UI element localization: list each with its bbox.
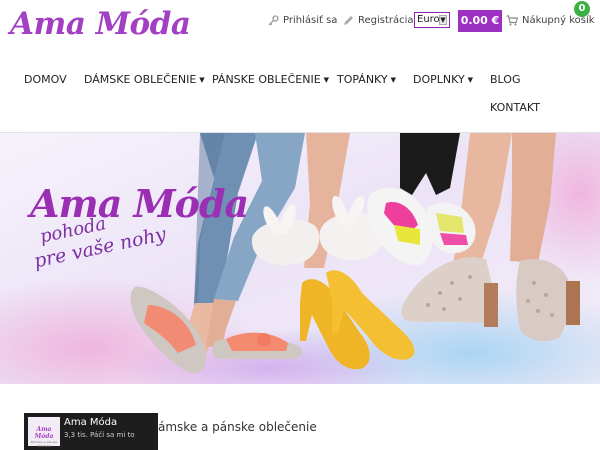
video-thumbnail: Ama Móda Dámske a pánske oblečenie [28,417,60,448]
chevron-down-icon: ▼ [390,75,396,84]
nav-item-label: KONTAKT [490,101,540,114]
nav-item-domov[interactable]: DOMOV [24,73,67,86]
cart-count-badge: 0 [574,1,590,17]
nav-item-kontakt[interactable]: KONTAKT [490,101,540,114]
currency-select[interactable]: Euro ▼ [414,12,450,28]
nav-item-blog[interactable]: BLOG [490,73,520,86]
currency-value: Euro [417,14,440,25]
site-logo[interactable]: Ama Móda [10,6,191,42]
nav-item-panske[interactable]: PÁNSKE OBLEČENIE ▼ [212,73,329,86]
chevron-down-icon: ▼ [467,75,474,84]
register-link[interactable]: Registrácia [343,15,414,26]
pencil-icon [344,16,353,25]
hero-text: Ama Móda pohoda pre vaše nohy [30,181,249,273]
video-meta: 3,3 tis. Páči sa mi to [64,431,135,439]
nav-item-doplnky[interactable]: DOPLNKY ▼ [413,73,473,86]
site-header: Ama Móda Prihlásiť sa Registrácia Euro ▼… [0,0,600,56]
video-embed[interactable]: Ama Móda Dámske a pánske oblečenie Ama M… [24,413,158,450]
thumbnail-logo: Ama Móda [34,426,54,440]
thumbnail-subtitle: Dámske a pánske oblečenie [30,440,58,448]
nav-item-label: DOMOV [24,73,67,86]
hero-title: Ama Móda [30,181,249,226]
nav-item-label: DÁMSKE OBLEČENIE [84,73,197,86]
chevron-down-icon: ▼ [323,75,330,84]
cart-price-button[interactable]: 0.00 € [458,10,502,32]
hero-banner[interactable]: Ama Móda pohoda pre vaše nohy [0,133,600,384]
video-title[interactable]: Ama Móda [64,417,117,428]
login-label: Prihlásiť sa [283,15,338,26]
main-nav: DOMOV DÁMSKE OBLEČENIE ▼ PÁNSKE OBLEČENI… [0,56,600,133]
nav-item-topanky[interactable]: TOPÁNKY ▼ [337,73,396,86]
chevron-down-icon: ▼ [199,75,205,84]
content-heading: ámske a pánske oblečenie [158,420,317,434]
nav-item-label: PÁNSKE OBLEČENIE [212,73,321,86]
nav-item-label: TOPÁNKY [337,73,388,86]
nav-item-label: BLOG [490,73,521,86]
chevron-down-icon: ▼ [439,15,447,25]
nav-item-damske[interactable]: DÁMSKE OBLEČENIE ▼ [84,73,205,86]
login-link[interactable]: Prihlásiť sa [268,15,337,26]
register-label: Registrácia [358,15,414,26]
nav-item-label: DOPLNKY [413,73,465,86]
key-icon [268,15,279,26]
cart-icon [506,15,518,26]
